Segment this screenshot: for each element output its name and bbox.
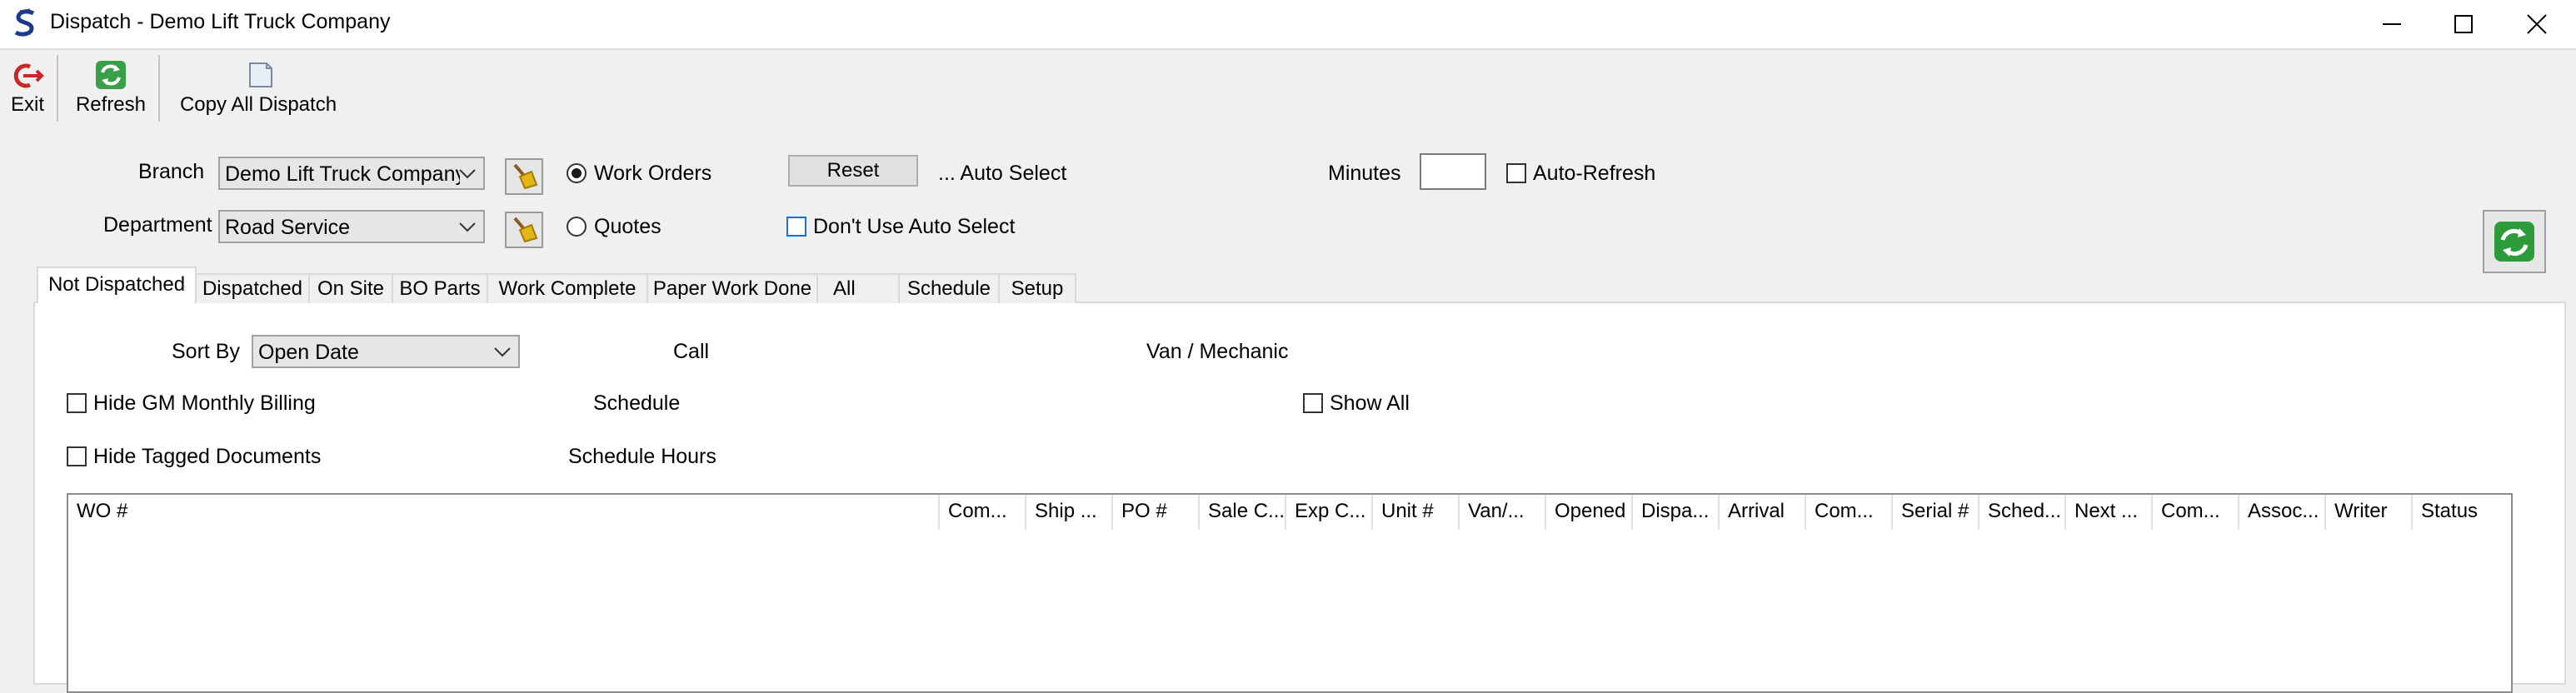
auto-select-link[interactable]: ... Auto Select xyxy=(938,162,1066,186)
auto-refresh-label: Auto-Refresh xyxy=(1533,162,1656,185)
exit-button[interactable]: Exit xyxy=(3,57,52,123)
minutes-label: Minutes xyxy=(1328,162,1401,185)
column-header-com-2[interactable]: Com... xyxy=(1806,495,1893,530)
column-header-opened[interactable]: Opened xyxy=(1546,495,1633,530)
app-logo-icon xyxy=(12,8,40,38)
column-header-arrival[interactable]: Arrival xyxy=(1720,495,1806,530)
sort-by-value: Open Date xyxy=(258,341,359,364)
sort-by-label: Sort By xyxy=(172,340,240,363)
schedule-label: Schedule xyxy=(593,391,681,415)
hide-tagged-documents-label: Hide Tagged Documents xyxy=(93,445,322,468)
minimize-button[interactable] xyxy=(2354,0,2429,47)
chevron-down-icon xyxy=(458,167,477,185)
tab-dispatched[interactable]: Dispatched xyxy=(195,273,310,303)
hide-gm-monthly-billing-label: Hide GM Monthly Billing xyxy=(93,391,316,415)
exit-label: Exit xyxy=(10,93,44,116)
refresh-icon xyxy=(95,60,127,96)
column-header-exp-c[interactable]: Exp C... xyxy=(1286,495,1373,530)
column-header-van[interactable]: Van/... xyxy=(1460,495,1546,530)
copy-all-dispatch-label: Copy All Dispatch xyxy=(179,93,337,116)
column-header-status[interactable]: Status xyxy=(2413,495,2511,530)
department-label: Department xyxy=(103,213,212,237)
column-header-serial[interactable]: Serial # xyxy=(1893,495,1979,530)
close-icon xyxy=(2527,14,2547,34)
reset-button[interactable]: Reset xyxy=(788,155,918,187)
work-orders-label: Work Orders xyxy=(594,162,712,185)
window-title: Dispatch - Demo Lift Truck Company xyxy=(50,10,391,33)
tab-work-complete[interactable]: Work Complete xyxy=(487,273,648,303)
van-mechanic-label: Van / Mechanic xyxy=(1146,340,1289,363)
sort-by-select[interactable]: Open Date xyxy=(252,335,520,368)
refresh-icon xyxy=(2494,222,2534,262)
branch-select-value: Demo Lift Truck Company xyxy=(225,162,460,186)
exit-icon xyxy=(12,62,45,96)
department-clear-button[interactable] xyxy=(505,212,543,248)
broom-icon xyxy=(513,163,538,190)
title-bar: Dispatch - Demo Lift Truck Company xyxy=(0,0,2576,50)
column-header-com[interactable]: Com... xyxy=(940,495,1026,530)
branch-label: Branch xyxy=(138,160,205,183)
branch-clear-button[interactable] xyxy=(505,158,543,195)
department-select[interactable]: Road Service xyxy=(218,210,485,243)
maximize-icon xyxy=(2454,15,2473,33)
show-all-label: Show All xyxy=(1330,391,1410,415)
copy-all-dispatch-button[interactable]: Copy All Dispatch xyxy=(175,57,342,123)
close-button[interactable] xyxy=(2499,0,2574,47)
toolbar-separator xyxy=(158,55,160,122)
refresh-label: Refresh xyxy=(75,93,147,116)
column-header-assoc[interactable]: Assoc... xyxy=(2239,495,2326,530)
auto-refresh-checkbox[interactable] xyxy=(1506,163,1526,183)
refresh-button[interactable]: Refresh xyxy=(73,57,148,123)
tab-on-site[interactable]: On Site xyxy=(308,273,393,303)
column-header-unit[interactable]: Unit # xyxy=(1373,495,1460,530)
minimize-icon xyxy=(2383,23,2401,25)
refresh-now-button[interactable] xyxy=(2483,210,2546,273)
tab-all[interactable]: All xyxy=(816,273,900,303)
quotes-label: Quotes xyxy=(594,215,661,238)
chevron-down-icon xyxy=(493,346,512,363)
dont-use-auto-select-label: Don't Use Auto Select xyxy=(813,215,1016,238)
column-header-writer[interactable]: Writer xyxy=(2326,495,2413,530)
column-header-sale-c[interactable]: Sale C... xyxy=(1200,495,1286,530)
broom-icon xyxy=(513,217,538,243)
tab-not-dispatched[interactable]: Not Dispatched xyxy=(37,267,197,303)
column-header-ship[interactable]: Ship ... xyxy=(1026,495,1113,530)
chevron-down-icon xyxy=(458,221,477,238)
toolbar-separator xyxy=(57,55,58,122)
quotes-radio[interactable] xyxy=(567,217,587,237)
tab-paper-work-done[interactable]: Paper Work Done xyxy=(646,273,818,303)
tab-bo-parts[interactable]: BO Parts xyxy=(392,273,488,303)
document-copy-icon xyxy=(247,60,275,96)
department-select-value: Road Service xyxy=(225,216,351,239)
call-label: Call xyxy=(673,340,710,363)
show-all-checkbox[interactable] xyxy=(1303,393,1323,413)
schedule-hours-label: Schedule Hours xyxy=(568,445,716,468)
column-header-wo[interactable]: WO # xyxy=(68,495,940,530)
tab-setup[interactable]: Setup xyxy=(998,273,1076,303)
column-header-com-3[interactable]: Com... xyxy=(2153,495,2239,530)
maximize-button[interactable] xyxy=(2426,0,2501,47)
branch-select[interactable]: Demo Lift Truck Company xyxy=(218,157,485,190)
dont-use-auto-select-checkbox[interactable] xyxy=(786,217,806,237)
tab-schedule[interactable]: Schedule xyxy=(898,273,1000,303)
hide-tagged-documents-checkbox[interactable] xyxy=(67,446,87,466)
column-header-next[interactable]: Next ... xyxy=(2066,495,2153,530)
column-header-po[interactable]: PO # xyxy=(1113,495,1200,530)
column-header-scheduled[interactable]: Sched... xyxy=(1979,495,2066,530)
work-orders-radio[interactable] xyxy=(567,163,587,183)
hide-gm-monthly-billing-checkbox[interactable] xyxy=(67,393,87,413)
minutes-input[interactable] xyxy=(1420,153,1486,190)
column-header-dispatched[interactable]: Dispa... xyxy=(1633,495,1720,530)
